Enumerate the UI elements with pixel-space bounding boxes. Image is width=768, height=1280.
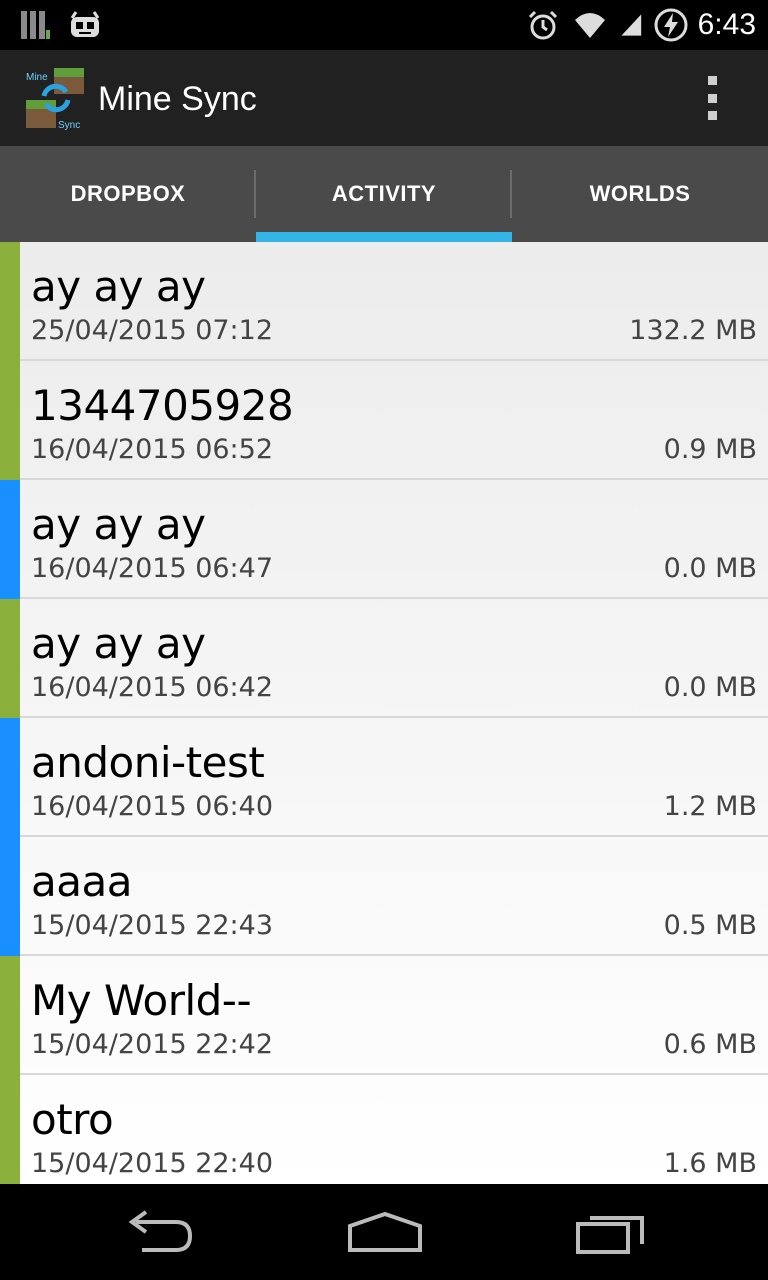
world-name: ay ay ay [31, 262, 206, 311]
wifi-icon [574, 13, 605, 38]
world-size: 0.9 MB [663, 434, 757, 465]
battery-charging-icon [654, 8, 688, 42]
world-size: 0.0 MB [663, 672, 757, 703]
list-item[interactable]: My World-- 15/04/2015 22:42 0.6 MB [0, 956, 768, 1075]
activity-list[interactable]: ay ay ay 25/04/2015 07:12 132.2 MB 13447… [0, 242, 768, 1184]
world-name: My World-- [31, 976, 252, 1025]
tab-dropbox[interactable]: DROPBOX [0, 146, 256, 242]
world-size: 0.6 MB [663, 1029, 757, 1060]
status-indicator [0, 242, 20, 361]
back-icon[interactable] [114, 1204, 204, 1260]
home-icon[interactable] [340, 1204, 430, 1260]
tab-selected-indicator [256, 232, 512, 242]
world-size: 1.6 MB [663, 1148, 757, 1179]
list-item[interactable]: 1344705928 16/04/2015 06:52 0.9 MB [0, 361, 768, 480]
status-indicator [0, 837, 20, 956]
cell-signal-icon [621, 14, 641, 36]
world-name: aaaa [31, 857, 132, 906]
status-indicator [0, 361, 20, 480]
world-size: 0.5 MB [663, 910, 757, 941]
world-name: otro [31, 1095, 114, 1144]
status-indicator [0, 599, 20, 718]
recents-icon[interactable] [566, 1204, 656, 1260]
status-indicator [0, 718, 20, 837]
tab-worlds[interactable]: WORLDS [512, 146, 768, 242]
tab-label: ACTIVITY [331, 181, 437, 206]
world-size: 132.2 MB [629, 315, 757, 346]
sync-date: 25/04/2015 07:12 [31, 315, 274, 346]
world-name: andoni-test [31, 738, 265, 787]
action-bar: Mine Sync Mine Sync [0, 50, 768, 146]
status-indicator [0, 956, 20, 1075]
status-bar: 6:43 [0, 0, 768, 50]
list-item[interactable]: andoni-test 16/04/2015 06:40 1.2 MB [0, 718, 768, 837]
list-item[interactable]: ay ay ay 16/04/2015 06:47 0.0 MB [0, 480, 768, 599]
app-icon[interactable]: Mine Sync [24, 66, 88, 130]
status-indicator [0, 480, 20, 599]
android-robot-icon [70, 11, 100, 37]
overflow-menu-icon[interactable] [700, 76, 724, 120]
signal-bars-icon [21, 11, 50, 39]
world-size: 0.0 MB [663, 553, 757, 584]
list-item[interactable]: ay ay ay 25/04/2015 07:12 132.2 MB [0, 242, 768, 361]
sync-date: 15/04/2015 22:40 [31, 1148, 274, 1179]
world-size: 1.2 MB [663, 791, 757, 822]
navigation-bar [0, 1184, 768, 1280]
svg-text:Mine: Mine [26, 72, 48, 83]
sync-date: 16/04/2015 06:40 [31, 791, 274, 822]
sync-date: 15/04/2015 22:42 [31, 1029, 274, 1060]
list-item[interactable]: otro 15/04/2015 22:40 1.6 MB [0, 1075, 768, 1184]
svg-text:Sync: Sync [58, 120, 80, 130]
list-item[interactable]: ay ay ay 16/04/2015 06:42 0.0 MB [0, 599, 768, 718]
tab-bar: DROPBOX ACTIVITY WORLDS [0, 146, 768, 242]
status-indicator [0, 1075, 20, 1184]
tab-label: DROPBOX [70, 181, 186, 206]
alarm-icon [528, 10, 557, 40]
world-name: 1344705928 [31, 381, 294, 430]
status-time: 6:43 [697, 8, 756, 41]
app-title: Mine Sync [98, 80, 257, 118]
sync-date: 16/04/2015 06:47 [31, 553, 274, 584]
tab-activity[interactable]: ACTIVITY [256, 146, 512, 242]
sync-date: 16/04/2015 06:52 [31, 434, 274, 465]
world-name: ay ay ay [31, 500, 206, 549]
tab-label: WORLDS [589, 181, 691, 206]
sync-date: 15/04/2015 22:43 [31, 910, 274, 941]
list-item[interactable]: aaaa 15/04/2015 22:43 0.5 MB [0, 837, 768, 956]
world-name: ay ay ay [31, 619, 206, 668]
sync-date: 16/04/2015 06:42 [31, 672, 274, 703]
